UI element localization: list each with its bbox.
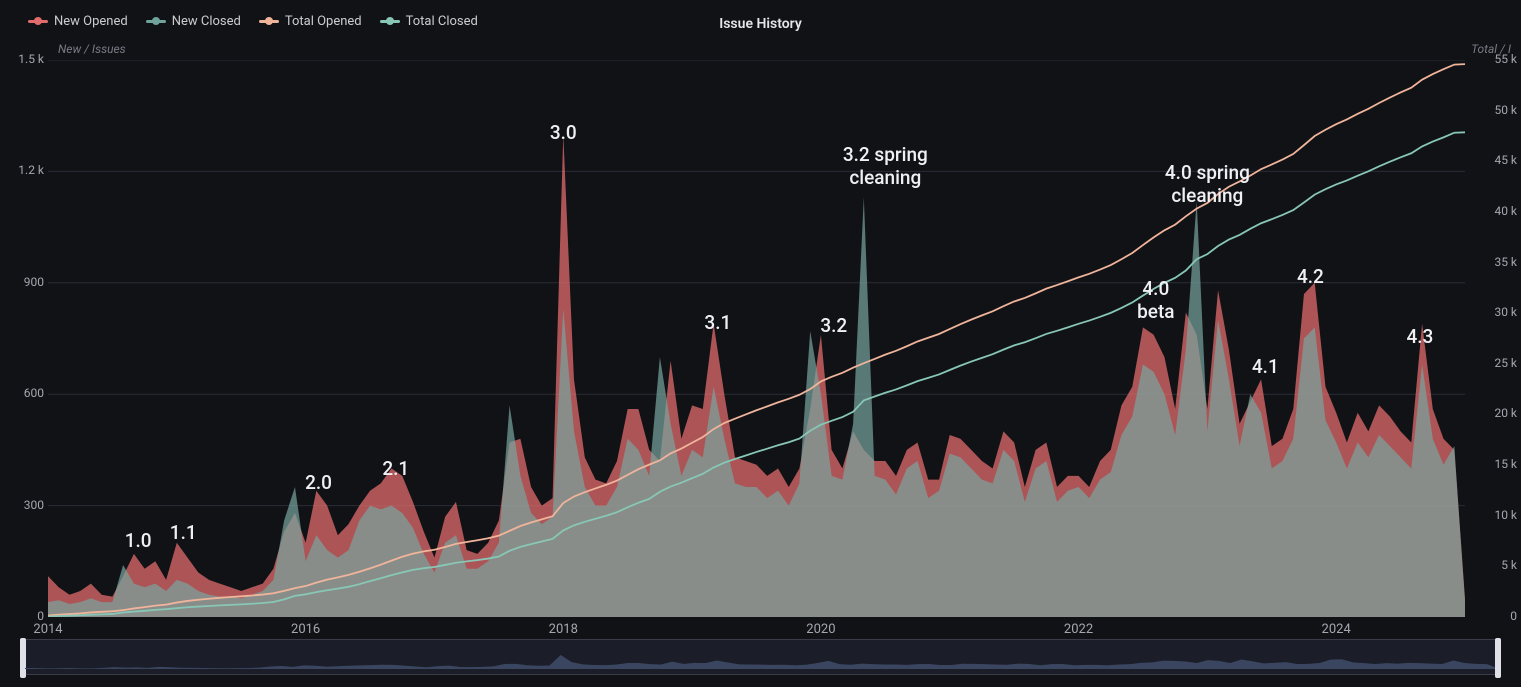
legend-label: New Opened — [54, 14, 128, 29]
x-tick: 2020 — [806, 622, 835, 637]
range-slider[interactable] — [22, 639, 1499, 675]
x-tick: 2022 — [1064, 622, 1093, 637]
plot-area[interactable] — [48, 60, 1465, 617]
y-right-tick: 35 k — [1469, 255, 1517, 269]
y-left-tick: 0 — [4, 609, 44, 623]
y-right-tick: 10 k — [1469, 508, 1517, 522]
legend-marker-icon — [28, 20, 48, 23]
y-left-tick: 900 — [4, 275, 44, 289]
x-tick: 2014 — [33, 622, 62, 637]
legend-item-new-closed[interactable]: New Closed — [146, 14, 241, 29]
chart-title: Issue History — [719, 16, 802, 32]
x-tick: 2016 — [291, 622, 320, 637]
y-right-tick: 40 k — [1469, 204, 1517, 218]
x-tick: 2024 — [1322, 622, 1351, 637]
y-right-tick: 55 k — [1469, 52, 1517, 66]
legend-item-total-opened[interactable]: Total Opened — [259, 14, 362, 29]
y-right-tick: 30 k — [1469, 305, 1517, 319]
legend-marker-icon — [380, 20, 400, 23]
y-right-tick: 5 k — [1469, 558, 1517, 572]
legend-marker-icon — [259, 20, 279, 23]
x-tick: 2018 — [549, 622, 578, 637]
y-right-tick: 0 — [1469, 609, 1517, 623]
legend-item-new-opened[interactable]: New Opened — [28, 14, 128, 29]
legend-label: Total Opened — [285, 14, 362, 29]
y-right-tick: 45 k — [1469, 153, 1517, 167]
y-axis-left-title: New / Issues — [58, 42, 126, 56]
legend-item-total-closed[interactable]: Total Closed — [380, 14, 478, 29]
y-right-tick: 15 k — [1469, 457, 1517, 471]
y-right-tick: 50 k — [1469, 103, 1517, 117]
y-left-tick: 600 — [4, 386, 44, 400]
y-left-tick: 300 — [4, 498, 44, 512]
legend-label: Total Closed — [406, 14, 478, 29]
y-right-tick: 20 k — [1469, 406, 1517, 420]
legend-marker-icon — [146, 20, 166, 23]
y-left-tick: 1.5 k — [4, 52, 44, 66]
legend-label: New Closed — [172, 14, 241, 29]
y-left-tick: 1.2 k — [4, 163, 44, 177]
chart-container: New Opened New Closed Total Opened Total Cl… — [0, 0, 1521, 687]
y-right-tick: 25 k — [1469, 356, 1517, 370]
legend: New Opened New Closed Total Opened Total Cl… — [28, 14, 478, 29]
